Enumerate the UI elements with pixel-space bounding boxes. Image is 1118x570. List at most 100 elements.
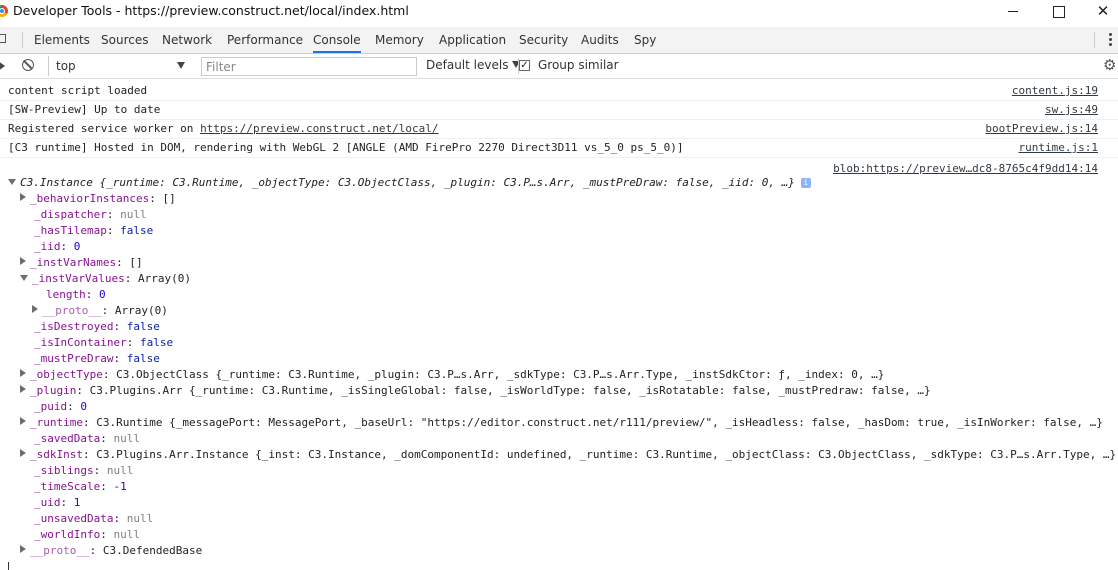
console-message: [C3 runtime] Hosted in DOM, rendering wi… (0, 139, 1118, 158)
log-levels-dropdown[interactable]: Default levels (426, 58, 521, 72)
expand-triangle-icon[interactable] (20, 417, 26, 425)
minimize-button[interactable] (990, 0, 1036, 22)
property-row[interactable]: _sdkInst: C3.Plugins.Arr.Instance {_inst… (20, 447, 1116, 463)
collapse-triangle-icon[interactable] (20, 275, 28, 281)
message-url-link[interactable]: https://preview.construct.net/local/ (200, 122, 438, 135)
property-row: _isInContainer: false (34, 336, 174, 349)
context-select[interactable]: top (48, 56, 188, 76)
expand-triangle-icon[interactable] (20, 385, 26, 393)
property-value: C3.DefendedBase (102, 544, 203, 557)
object-summary-row[interactable]: C3.Instance {_runtime: C3.Runtime, _obje… (8, 175, 811, 191)
expand-triangle-icon[interactable] (32, 305, 38, 313)
property-value: false (126, 320, 160, 333)
property-key: _isDestroyed (34, 320, 114, 333)
tab-console[interactable]: Console (313, 27, 361, 53)
chrome-icon (0, 5, 8, 17)
tab-audits[interactable]: Audits (581, 27, 619, 53)
expand-triangle-icon[interactable] (20, 193, 26, 201)
tab-elements[interactable]: Elements (34, 27, 90, 53)
tab-divider (22, 32, 23, 48)
property-key: _unsavedData (34, 512, 114, 525)
property-value: null (126, 512, 154, 525)
property-value: Array(0) (137, 272, 191, 285)
property-row[interactable]: __proto__: C3.DefendedBase (20, 543, 202, 559)
dropdown-arrow-icon (177, 62, 185, 69)
maximize-icon (1053, 5, 1065, 18)
expand-triangle-icon[interactable] (20, 449, 26, 457)
property-key: _objectType (30, 368, 103, 381)
group-similar-checkbox[interactable]: ✓ (519, 60, 530, 71)
property-row: _uid: 1 (34, 496, 81, 509)
message-source-link[interactable]: blob:https://preview…dc8-8765c4f9dd14:14 (833, 162, 1098, 175)
property-row[interactable]: _runtime: C3.Runtime {_messagePort: Mess… (20, 415, 1103, 431)
tab-performance[interactable]: Performance (227, 27, 303, 53)
expand-triangle-icon[interactable] (20, 369, 26, 377)
property-key: _instVarNames (30, 256, 117, 269)
window-titlebar: Developer Tools - https://preview.constr… (0, 0, 1118, 24)
property-row[interactable]: _instVarNames: [] (20, 255, 143, 271)
property-key: _uid (34, 496, 61, 509)
property-key: __proto__ (42, 304, 102, 317)
property-value: null (120, 208, 147, 221)
tab-divider (1094, 32, 1095, 48)
log-levels-label: Default levels (426, 58, 509, 72)
property-key: _mustPreDraw (34, 352, 114, 365)
expand-triangle-icon[interactable] (20, 257, 26, 265)
property-value: [] (129, 256, 143, 269)
property-value: false (126, 352, 160, 365)
property-key: _instVarValues (32, 272, 125, 285)
tab-sources[interactable]: Sources (101, 27, 148, 53)
tab-spy[interactable]: Spy (634, 27, 656, 53)
property-key: __proto__ (30, 544, 90, 557)
tab-security[interactable]: Security (519, 27, 568, 53)
group-similar-label: Group similar (538, 58, 619, 72)
object-summary: C3.Instance {_runtime: C3.Runtime, _obje… (20, 176, 795, 189)
property-value: C3.Runtime {_messagePort: MessagePort, _… (96, 416, 1103, 429)
property-row: _worldInfo: null (34, 528, 140, 541)
filter-input[interactable] (201, 57, 417, 76)
property-key: _savedData (34, 432, 101, 445)
property-row[interactable]: _instVarValues: Array(0) (20, 271, 191, 287)
property-row: _isDestroyed: false (34, 320, 160, 333)
tab-memory[interactable]: Memory (375, 27, 424, 53)
tab-application[interactable]: Application (439, 27, 506, 53)
message-source-link[interactable]: sw.js:49 (1045, 103, 1098, 116)
property-row[interactable]: _plugin: C3.Plugins.Arr {_runtime: C3.Ru… (20, 383, 931, 399)
property-row[interactable]: __proto__: Array(0) (32, 303, 168, 319)
property-key: _behaviorInstances (30, 192, 150, 205)
property-row[interactable]: _behaviorInstances: [] (20, 191, 176, 207)
show-drawer-icon[interactable] (0, 61, 5, 71)
clear-console-icon[interactable] (22, 59, 34, 71)
close-button[interactable]: ✕ (1080, 0, 1118, 22)
property-value: 1 (73, 496, 81, 509)
property-value: null (113, 432, 140, 445)
property-row: length: 0 (46, 288, 106, 301)
property-row[interactable]: _objectType: C3.ObjectClass {_runtime: C… (20, 367, 884, 383)
message-source-link[interactable]: content.js:19 (1012, 84, 1098, 97)
console-prompt-caret[interactable] (8, 562, 9, 570)
expand-triangle-icon[interactable] (20, 545, 26, 553)
maximize-button[interactable] (1036, 0, 1082, 22)
property-value: 0 (80, 400, 87, 413)
info-icon: i (800, 178, 811, 188)
property-key: length (46, 288, 86, 301)
property-row: _dispatcher: null (34, 208, 147, 221)
property-row: _hasTilemap: false (34, 224, 154, 237)
console-toolbar: top Default levels ✓ Group similar ⚙ (0, 54, 1118, 79)
property-key: _puid (34, 400, 68, 413)
property-value: [] (162, 192, 176, 205)
console-settings-icon[interactable]: ⚙ (1103, 58, 1116, 73)
message-text: Registered service worker on https://pre… (8, 122, 438, 135)
message-source-link[interactable]: runtime.js:1 (1019, 141, 1098, 154)
close-icon: ✕ (1096, 2, 1110, 20)
property-row: _unsavedData: null (34, 512, 154, 525)
property-value: -1 (113, 480, 127, 493)
more-options-icon[interactable] (1109, 33, 1112, 48)
tab-network[interactable]: Network (162, 27, 212, 53)
property-key: _dispatcher (34, 208, 107, 221)
inspect-element-icon[interactable] (0, 34, 6, 43)
property-value: C3.Plugins.Arr.Instance {_inst: C3.Insta… (96, 448, 1117, 461)
devtools-tabbar: Elements Sources Network Performance Con… (0, 27, 1118, 54)
collapse-triangle-icon[interactable] (8, 179, 16, 185)
message-source-link[interactable]: bootPreview.js:14 (985, 122, 1098, 135)
